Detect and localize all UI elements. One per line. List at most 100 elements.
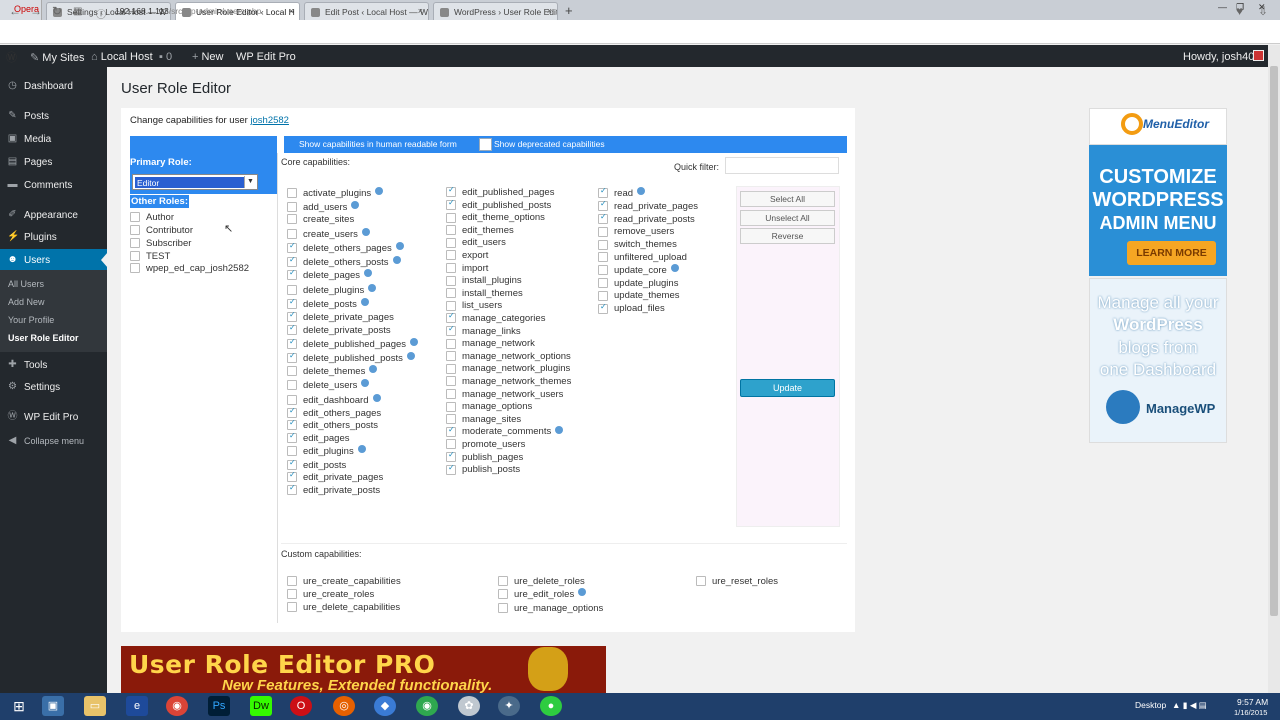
- other-role-wpep[interactable]: wpep_ed_cap_josh2582: [130, 263, 249, 274]
- capability-row[interactable]: edit_dashboard: [287, 394, 381, 406]
- capability-row[interactable]: activate_plugins: [287, 187, 384, 199]
- app-icon[interactable]: ◆: [374, 696, 396, 716]
- learn-more-button[interactable]: LEARN MORE: [1127, 241, 1216, 265]
- capability-checkbox[interactable]: [287, 589, 297, 600]
- submenu-user-role-editor[interactable]: User Role Editor: [8, 333, 79, 343]
- capability-row[interactable]: edit_private_pages: [287, 470, 383, 483]
- capability-checkbox[interactable]: [446, 288, 456, 299]
- capability-checkbox[interactable]: [446, 324, 456, 337]
- sidebar-item-media[interactable]: ▣ Media: [0, 128, 107, 150]
- forward-icon[interactable]: →: [30, 4, 42, 18]
- minimize-icon[interactable]: —: [1218, 2, 1227, 12]
- capability-checkbox[interactable]: [598, 290, 608, 301]
- capability-row[interactable]: ure_reset_roles: [696, 576, 778, 587]
- quick-filter-input[interactable]: [725, 157, 839, 174]
- primary-role-select[interactable]: Editor ▼: [132, 174, 258, 190]
- browser-tab[interactable]: WordPress › User Role Edit ×: [433, 2, 558, 20]
- capability-checkbox[interactable]: [446, 389, 456, 400]
- site-link[interactable]: ⌂ Local Host: [91, 51, 153, 63]
- capability-checkbox[interactable]: [287, 431, 297, 444]
- capability-checkbox[interactable]: [287, 214, 297, 225]
- capability-row[interactable]: edit_themes: [446, 225, 514, 236]
- wp-edit-pro-link[interactable]: WP Edit Pro: [236, 51, 296, 63]
- capability-row[interactable]: read_private_posts: [598, 212, 695, 225]
- capability-checkbox[interactable]: [498, 589, 508, 600]
- sidebar-item-wp-edit-pro[interactable]: Ⓦ WP Edit Pro: [0, 406, 107, 428]
- capability-checkbox[interactable]: [446, 450, 456, 463]
- capability-checkbox[interactable]: [287, 395, 297, 406]
- help-icon[interactable]: [555, 425, 564, 434]
- capability-row[interactable]: upload_files: [598, 302, 665, 314]
- capability-checkbox[interactable]: [598, 186, 608, 199]
- capability-checkbox[interactable]: [446, 401, 456, 412]
- capability-checkbox[interactable]: [287, 458, 297, 471]
- desktop-toolbar[interactable]: Desktop: [1135, 700, 1166, 710]
- collapse-menu-button[interactable]: ◀ Collapse menu: [0, 430, 107, 452]
- sidebar-item-appearance[interactable]: ✐ Appearance: [0, 204, 107, 226]
- capability-row[interactable]: export: [446, 250, 488, 261]
- sidebar-item-tools[interactable]: ✚ Tools: [0, 354, 107, 376]
- help-icon[interactable]: [392, 256, 401, 265]
- capability-checkbox[interactable]: [287, 285, 297, 296]
- tray-icons[interactable]: ▲ ▮ ◀ ▤: [1172, 700, 1207, 711]
- capability-row[interactable]: edit_published_posts: [446, 198, 551, 211]
- opera-icon[interactable]: O: [290, 696, 312, 716]
- capability-row[interactable]: manage_network_themes: [446, 376, 571, 387]
- capability-row[interactable]: create_sites: [287, 214, 354, 225]
- capability-row[interactable]: unfiltered_upload: [598, 252, 687, 263]
- capability-row[interactable]: update_core: [598, 264, 679, 276]
- capability-checkbox[interactable]: [696, 576, 706, 587]
- capability-checkbox[interactable]: [287, 418, 297, 431]
- capability-row[interactable]: list_users: [446, 300, 502, 311]
- firefox-icon[interactable]: ◎: [333, 696, 355, 716]
- capability-row[interactable]: edit_users: [446, 237, 506, 248]
- help-icon[interactable]: [395, 242, 404, 251]
- back-icon[interactable]: ←: [9, 4, 21, 18]
- capability-checkbox[interactable]: [598, 302, 608, 314]
- clock-date[interactable]: 1/16/2015: [1234, 708, 1267, 717]
- capability-row[interactable]: delete_private_pages: [287, 310, 394, 323]
- capability-row[interactable]: manage_network_plugins: [446, 363, 570, 374]
- app-icon[interactable]: ◉: [416, 696, 438, 716]
- howdy-user-link[interactable]: Howdy, josh401: [1183, 51, 1260, 63]
- capability-row[interactable]: ure_delete_roles: [498, 576, 585, 587]
- capability-row[interactable]: delete_published_pages: [287, 337, 419, 350]
- capability-checkbox[interactable]: [598, 212, 608, 225]
- wordpress-logo-icon[interactable]: Ⓦ: [6, 49, 17, 65]
- capability-row[interactable]: delete_others_posts: [287, 255, 401, 268]
- url-field[interactable]: 192.168.1.113/src/wp-admin/users.php: [115, 6, 261, 16]
- checkbox[interactable]: [130, 238, 140, 249]
- sidebar-item-pages[interactable]: ▤ Pages: [0, 151, 107, 173]
- capability-row[interactable]: manage_network_users: [446, 389, 563, 400]
- sidebar-item-users[interactable]: ☻ Users: [0, 249, 107, 271]
- capability-checkbox[interactable]: [446, 338, 456, 349]
- capability-row[interactable]: edit_pages: [287, 431, 349, 444]
- capability-checkbox[interactable]: [287, 483, 297, 496]
- close-tab-icon[interactable]: ×: [289, 6, 294, 16]
- file-explorer-icon[interactable]: ▭: [84, 696, 106, 716]
- help-icon[interactable]: [357, 445, 366, 454]
- capability-checkbox[interactable]: [598, 239, 608, 250]
- capability-row[interactable]: edit_plugins: [287, 445, 366, 457]
- capability-checkbox[interactable]: [287, 188, 297, 199]
- capability-row[interactable]: update_plugins: [598, 278, 678, 289]
- chevron-down-icon[interactable]: ▼: [244, 176, 256, 188]
- other-role-subscriber[interactable]: Subscriber: [130, 238, 191, 249]
- capability-checkbox[interactable]: [446, 463, 456, 475]
- windows-start-icon[interactable]: ⊞: [8, 696, 30, 716]
- capability-row[interactable]: install_plugins: [446, 275, 522, 286]
- sidebar-item-dashboard[interactable]: ◷ Dashboard: [0, 75, 107, 97]
- capability-row[interactable]: ure_create_capabilities: [287, 576, 401, 587]
- help-icon[interactable]: [351, 201, 360, 210]
- submenu-all-users[interactable]: All Users: [8, 279, 44, 289]
- capability-row[interactable]: edit_private_posts: [287, 483, 380, 496]
- sidebar-item-comments[interactable]: ▬ Comments: [0, 174, 107, 196]
- app-icon[interactable]: ✦: [498, 696, 520, 716]
- submenu-your-profile[interactable]: Your Profile: [8, 315, 54, 325]
- capability-row[interactable]: manage_categories: [446, 311, 545, 324]
- page-info-icon[interactable]: ⓘ: [96, 6, 106, 21]
- close-tab-icon[interactable]: ×: [547, 6, 552, 16]
- capability-checkbox[interactable]: [446, 263, 456, 274]
- task-view-icon[interactable]: ▣: [42, 696, 64, 716]
- capability-row[interactable]: ure_manage_options: [498, 603, 603, 614]
